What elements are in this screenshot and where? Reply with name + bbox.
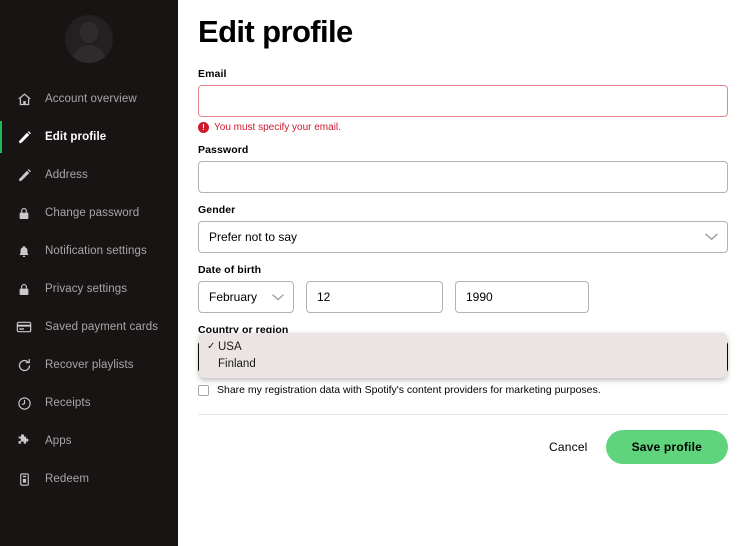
main-content: Edit profile Email ! You must specify yo… (178, 0, 750, 546)
sidebar-item-label: Notification settings (45, 245, 147, 257)
credit-card-icon (14, 317, 34, 337)
gender-label: Gender (198, 204, 236, 216)
avatar[interactable] (65, 15, 113, 63)
sidebar-item-change-password[interactable]: Change password (0, 194, 178, 232)
country-option-label: USA (218, 340, 242, 353)
sidebar-item-label: Apps (45, 435, 72, 447)
date-of-birth-group: Date of birth February (198, 264, 728, 313)
bell-icon (14, 241, 34, 261)
sidebar-item-edit-profile[interactable]: Edit profile (0, 118, 178, 156)
dob-year-wrap (455, 281, 589, 313)
sidebar-item-privacy-settings[interactable]: Privacy settings (0, 270, 178, 308)
avatar-body-shape (72, 45, 106, 63)
sidebar-nav: Account overview Edit profile Address Ch… (0, 78, 178, 498)
sidebar-item-label: Receipts (45, 397, 91, 409)
sidebar-item-account-overview[interactable]: Account overview (0, 80, 178, 118)
email-error: ! You must specify your email. (198, 122, 728, 133)
country-field-group: Country or region ✓ USA Finland (198, 324, 728, 378)
sidebar-item-address[interactable]: Address (0, 156, 178, 194)
pencil-icon (14, 127, 34, 147)
check-icon: ✓ (207, 341, 216, 352)
dob-month-value: February (209, 290, 258, 304)
share-data-label: Share my registration data with Spotify'… (217, 384, 601, 396)
puzzle-icon (14, 431, 34, 451)
email-label: Email (198, 68, 227, 80)
sidebar-item-apps[interactable]: Apps (0, 422, 178, 460)
sidebar-item-recover-playlists[interactable]: Recover playlists (0, 346, 178, 384)
share-data-checkbox-row[interactable]: Share my registration data with Spotify'… (198, 384, 728, 396)
lock-icon (14, 279, 34, 299)
pencil-icon (14, 165, 34, 185)
country-option-finland[interactable]: Finland (199, 355, 727, 372)
dob-month-select[interactable]: February (198, 281, 294, 313)
email-input[interactable] (198, 85, 728, 117)
sidebar-item-notification-settings[interactable]: Notification settings (0, 232, 178, 270)
country-option-label: Finland (218, 357, 256, 370)
home-icon (14, 89, 34, 109)
refresh-icon (14, 355, 34, 375)
gender-selected-value: Prefer not to say (209, 230, 298, 244)
country-dropdown-menu: ✓ USA Finland (199, 333, 727, 378)
sidebar-item-label: Redeem (45, 473, 90, 485)
date-of-birth-row: February (198, 281, 728, 313)
sidebar-item-label: Saved payment cards (45, 321, 159, 333)
sidebar: Account overview Edit profile Address Ch… (0, 0, 178, 546)
sidebar-item-label: Change password (45, 207, 140, 219)
form-actions: Cancel Save profile (198, 430, 728, 464)
sidebar-item-label: Address (45, 169, 88, 181)
gift-icon (14, 469, 34, 489)
sidebar-item-label: Recover playlists (45, 359, 134, 371)
edit-profile-page: Account overview Edit profile Address Ch… (0, 0, 750, 546)
footer-divider (198, 414, 728, 415)
dob-year-input[interactable] (455, 281, 589, 313)
avatar-container (0, 0, 178, 78)
gender-select[interactable]: Prefer not to say (198, 221, 728, 253)
dob-day-input[interactable] (306, 281, 443, 313)
dob-month-wrap: February (198, 281, 294, 313)
sidebar-item-label: Privacy settings (45, 283, 128, 295)
clock-icon (14, 393, 34, 413)
sidebar-item-label: Account overview (45, 93, 137, 105)
password-field-group: Password (198, 144, 728, 193)
email-error-text: You must specify your email. (214, 122, 341, 133)
date-of-birth-label: Date of birth (198, 264, 262, 276)
dob-day-wrap (306, 281, 443, 313)
gender-select-wrap: Prefer not to say (198, 221, 728, 253)
save-profile-button[interactable]: Save profile (605, 430, 728, 464)
share-data-checkbox[interactable] (198, 384, 209, 396)
password-label: Password (198, 144, 249, 156)
sidebar-item-label: Edit profile (45, 131, 107, 143)
sidebar-item-redeem[interactable]: Redeem (0, 460, 178, 498)
sidebar-item-saved-payment-cards[interactable]: Saved payment cards (0, 308, 178, 346)
email-field-group: Email ! You must specify your email. (198, 68, 728, 133)
gender-field-group: Gender Prefer not to say (198, 204, 728, 253)
avatar-head-shape (79, 22, 99, 43)
lock-icon (14, 203, 34, 223)
cancel-button[interactable]: Cancel (549, 440, 588, 454)
error-circle-icon: ! (198, 122, 209, 133)
password-input[interactable] (198, 161, 728, 193)
country-option-usa[interactable]: ✓ USA (199, 338, 727, 355)
page-title: Edit profile (198, 14, 353, 49)
sidebar-item-receipts[interactable]: Receipts (0, 384, 178, 422)
